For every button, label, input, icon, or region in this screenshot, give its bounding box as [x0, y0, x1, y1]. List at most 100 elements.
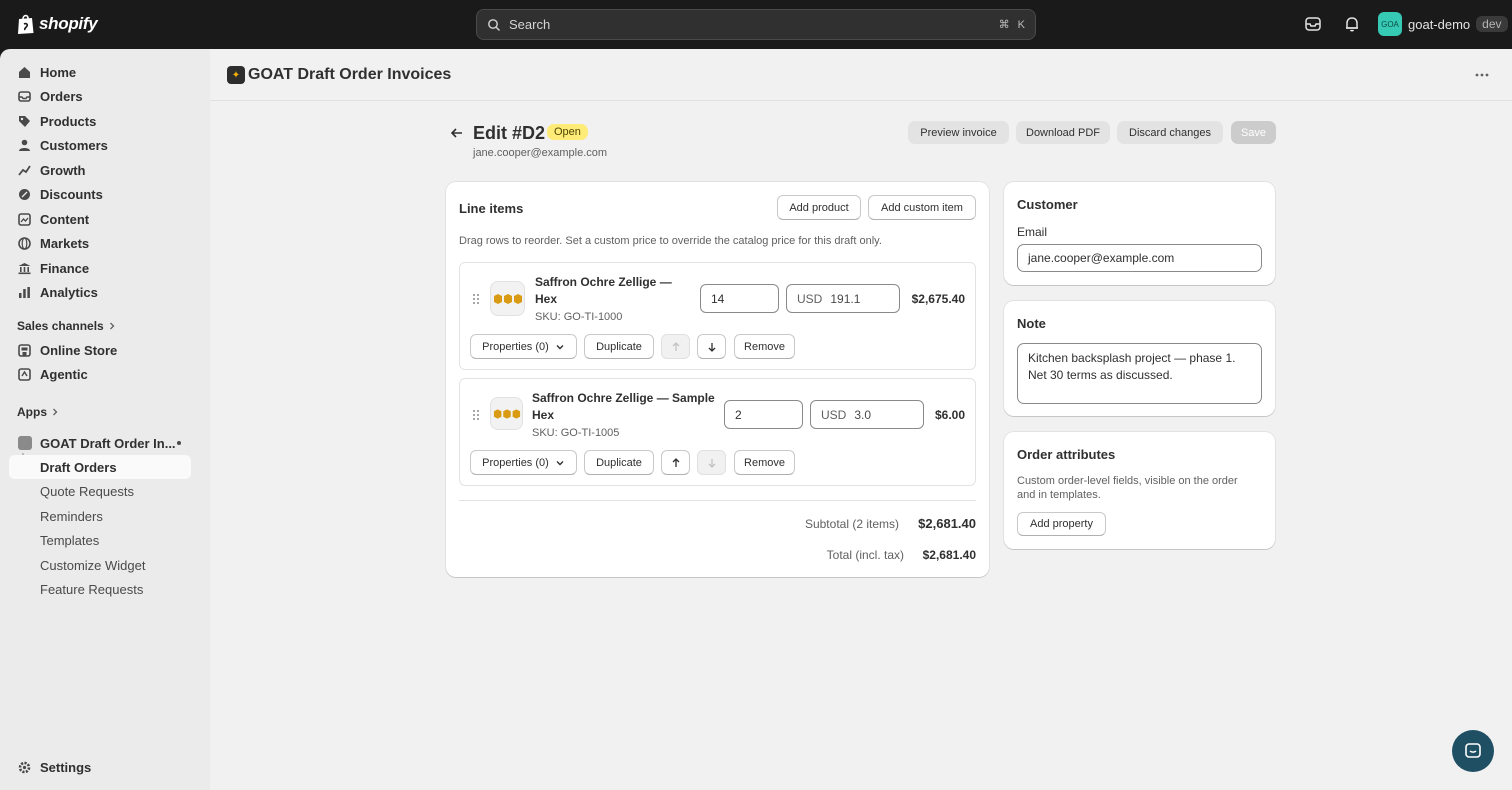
discard-changes-button[interactable]: Discard changes — [1117, 121, 1223, 144]
sidebar-subitem-label: Templates — [40, 532, 100, 548]
chevron-right-icon — [53, 408, 58, 416]
sidebar-item-products[interactable]: Products — [9, 109, 191, 133]
properties-label: Properties (0) — [482, 456, 549, 469]
home-icon — [19, 66, 30, 78]
search-placeholder: Search — [509, 17, 551, 32]
sidebar-item-orders[interactable]: Orders — [9, 84, 191, 108]
shopify-logo[interactable]: shopify — [17, 13, 98, 35]
sidebar-item-discounts[interactable]: Discounts — [9, 182, 191, 206]
gear-icon — [18, 761, 31, 773]
move-up-button[interactable] — [661, 334, 690, 359]
search-icon — [488, 18, 500, 31]
order-attributes-card: Order attributes Custom order-level fiel… — [1004, 432, 1275, 549]
move-up-button[interactable] — [661, 450, 690, 475]
email-field[interactable]: jane.cooper@example.com — [1017, 244, 1262, 272]
sidebar-item-label: Growth — [40, 162, 86, 178]
email-label: Email — [1017, 225, 1048, 239]
line-item-row[interactable]: Saffron Ochre Zellige — Sample Hex SKU: … — [459, 378, 976, 486]
bell-icon[interactable] — [1343, 15, 1361, 33]
sidebar-subitem-templates[interactable]: Templates — [9, 528, 191, 552]
sidebar-item-home[interactable]: Home — [9, 60, 191, 84]
order-attributes-description: Custom order-level fields, visible on th… — [1017, 475, 1238, 501]
sidebar-subitem-draft-orders[interactable]: Draft Orders — [9, 455, 191, 479]
price-input[interactable]: USD 3.0 — [810, 400, 924, 429]
sidebar-item-customers[interactable]: Customers — [9, 133, 191, 157]
store-name: goat-demo — [1408, 16, 1471, 32]
store-icon — [18, 343, 31, 357]
sidebar-subitem-quote-requests[interactable]: Quote Requests — [9, 479, 191, 503]
sidebar-subitem-reminders[interactable]: Reminders — [9, 504, 191, 528]
back-arrow-icon[interactable] — [449, 125, 465, 141]
store-switcher[interactable]: GOA goat-demo dev — [1378, 12, 1508, 36]
line-item-row[interactable]: Saffron Ochre Zellige — Hex SKU: GO-TI-1… — [459, 262, 976, 370]
bank-icon — [18, 262, 31, 274]
add-product-button[interactable]: Add product — [777, 195, 861, 220]
agent-icon — [18, 367, 31, 381]
duplicate-button[interactable]: Duplicate — [584, 450, 654, 475]
apps-label: Apps — [17, 405, 47, 419]
sidebar-item-label: Settings — [40, 759, 92, 775]
save-button[interactable]: Save — [1231, 121, 1276, 144]
preview-invoice-button[interactable]: Preview invoice — [908, 121, 1009, 144]
arrow-up-icon — [672, 457, 679, 467]
sidebar-item-finance[interactable]: Finance — [9, 256, 191, 280]
quantity-input[interactable]: 14 — [700, 284, 779, 313]
arrow-down-icon — [708, 342, 715, 352]
content-icon — [18, 212, 31, 226]
shortcut-key: K — [1017, 18, 1025, 31]
quantity-value: 14 — [711, 291, 725, 306]
sidebar-item-content[interactable]: Content — [9, 207, 191, 231]
sidebar-subitem-customize-widget[interactable]: Customize Widget — [9, 553, 191, 577]
app-title: GOAT Draft Order Invoices — [248, 66, 452, 83]
move-down-button[interactable] — [697, 334, 726, 359]
page-subtitle: jane.cooper@example.com — [473, 147, 608, 159]
download-pdf-button[interactable]: Download PDF — [1016, 121, 1110, 144]
add-custom-item-button[interactable]: Add custom item — [868, 195, 976, 220]
total-label: Total (incl. tax) — [826, 548, 904, 562]
more-actions-icon[interactable] — [1474, 69, 1490, 81]
line-amount: $6.00 — [934, 408, 965, 422]
sidebar-item-markets[interactable]: Markets — [9, 231, 191, 255]
properties-dropdown[interactable]: Properties (0) — [470, 334, 577, 359]
sidebar-item-growth[interactable]: Growth — [9, 158, 191, 182]
shortcut-cmd: ⌘ — [998, 19, 1010, 31]
status-badge: Open — [547, 124, 588, 140]
drag-handle-icon[interactable] — [472, 293, 480, 305]
sidebar-item-analytics[interactable]: Analytics — [9, 280, 191, 304]
totals-divider — [459, 500, 976, 501]
sidebar-item-goat-app[interactable]: GOAT Draft Order In... — [9, 431, 191, 455]
sidebar-item-label: Finance — [40, 260, 90, 276]
top-bar: shopify Search ⌘ K GOA goat-demo dev — [0, 0, 1512, 49]
chevron-right-icon — [109, 322, 115, 330]
sidebar-item-settings[interactable]: Settings — [9, 755, 191, 779]
sales-channels-header[interactable]: Sales channels — [17, 319, 116, 333]
sidebar-subitem-label: Reminders — [40, 508, 103, 524]
properties-dropdown[interactable]: Properties (0) — [470, 450, 577, 475]
remove-button[interactable]: Remove — [734, 334, 795, 359]
chat-button[interactable] — [1452, 730, 1494, 772]
price-input[interactable]: USD 191.1 — [786, 284, 900, 313]
apps-header[interactable]: Apps — [17, 405, 59, 419]
subtotal-label: Subtotal (2 items) — [804, 517, 899, 531]
chat-icon — [1465, 743, 1481, 758]
remove-button[interactable]: Remove — [734, 450, 795, 475]
product-sku: SKU: GO-TI-1005 — [532, 427, 620, 439]
arrow-up-icon — [672, 341, 679, 351]
quantity-input[interactable]: 2 — [724, 400, 803, 429]
drag-handle-icon[interactable] — [472, 409, 480, 421]
sidebar-item-online-store[interactable]: Online Store — [9, 338, 191, 362]
chart-icon — [19, 286, 30, 298]
sidebar-item-label: Analytics — [40, 284, 98, 300]
sidebar-item-agentic[interactable]: Agentic — [9, 362, 191, 386]
customer-card: Customer Email jane.cooper@example.com — [1004, 182, 1275, 285]
move-down-button[interactable] — [697, 450, 726, 475]
product-name: Saffron Ochre Zellige — Hex — [535, 275, 672, 306]
add-property-button[interactable]: Add property — [1017, 512, 1106, 536]
note-textarea[interactable]: Kitchen backsplash project — phase 1. Ne… — [1017, 343, 1262, 404]
duplicate-button[interactable]: Duplicate — [584, 334, 654, 359]
sidebar-subitem-feature-requests[interactable]: Feature Requests — [9, 577, 191, 601]
store-inbox-icon[interactable] — [1304, 15, 1322, 33]
tag-icon — [19, 115, 30, 127]
global-search[interactable]: Search ⌘ K — [476, 9, 1036, 40]
customer-title: Customer — [1017, 197, 1078, 212]
